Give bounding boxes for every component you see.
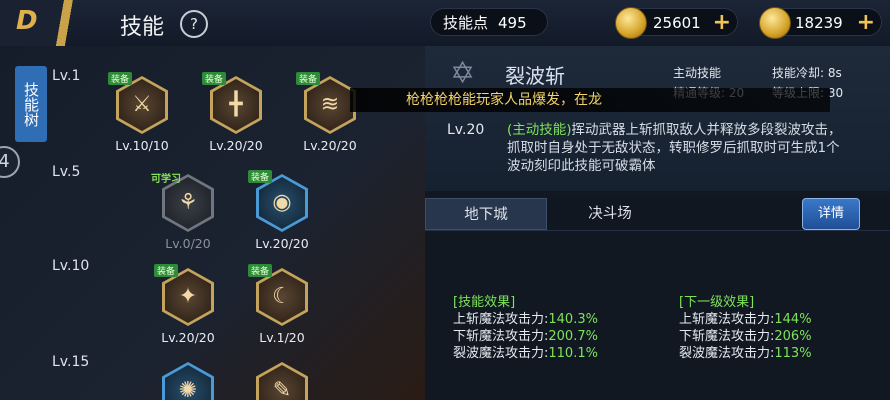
announcement-banner: 枪枪枪枪能玩家人品爆发，在龙 <box>350 88 830 112</box>
effect-row: 裂波魔法攻击力:110.1% <box>453 346 598 361</box>
next-effect-row: 裂波魔法攻击力:113% <box>679 346 812 361</box>
skill-slot-6[interactable]: ✦ 装备 Lv.20/20 <box>148 264 228 345</box>
crescent-skill-icon: ☾ <box>272 284 292 309</box>
skill-slot-5-selected[interactable]: ◉ 装备 Lv.20/20 <box>242 170 322 251</box>
skill-level: Lv.10/10 <box>115 138 169 153</box>
active-skill-tag: (主动技能) <box>507 122 572 138</box>
skill-slot-8[interactable]: ✺ <box>148 362 228 400</box>
add-cash-button[interactable]: + <box>857 9 875 37</box>
page-title: 技能 <box>120 15 165 40</box>
skill-points-value: 495 <box>498 14 527 32</box>
equipped-tag: 装备 <box>248 170 273 183</box>
skill-slot-7[interactable]: ☾ 装备 Lv.1/20 <box>242 264 322 345</box>
skill-slot-1[interactable]: ⚔ 装备 Lv.10/10 <box>102 72 182 153</box>
skill-icon-frame: ✺ <box>162 362 214 400</box>
gold-value: 25601 <box>653 14 701 32</box>
tab-dungeon[interactable]: 地下城 <box>425 198 547 230</box>
next-effect-row: 上斩魔法攻击力:144% <box>679 312 812 327</box>
blade-skill-icon: ⚘ <box>178 190 198 215</box>
skill-name: 裂波斩 <box>505 64 565 88</box>
skill-slot-2[interactable]: ╋ 装备 Lv.20/20 <box>196 72 276 153</box>
effect-row: 下斩魔法攻击力:200.7% <box>453 329 598 344</box>
next-level-effects: [下一级效果] 上斩魔法攻击力:144% 下斩魔法攻击力:206% 裂波魔法攻击… <box>679 294 812 362</box>
back-button[interactable]: D <box>0 0 96 46</box>
level-label-10: Lv.10 <box>52 258 90 274</box>
effect-row: 上斩魔法攻击力:140.3% <box>453 312 598 327</box>
skill-level: Lv.20/20 <box>209 138 263 153</box>
details-button[interactable]: 详情 <box>802 198 860 230</box>
skill-description: (主动技能)挥动武器上斩抓取敌人并释放多段裂波攻击，抓取时自身处于无敌状态，转职… <box>507 121 847 183</box>
skill-type: 主动技能 <box>673 66 722 80</box>
cross-skill-icon: ╋ <box>229 92 243 117</box>
add-gold-button[interactable]: + <box>713 9 731 37</box>
equipped-tag: 装备 <box>108 72 133 85</box>
skill-icon-frame: ✎ <box>256 362 308 400</box>
skill-level: Lv.1/20 <box>259 330 305 345</box>
sword-skill-icon: ✎ <box>272 378 292 400</box>
skill-cooldown: 技能冷却: 8s <box>772 66 842 80</box>
vortex-skill-icon: ✺ <box>178 378 198 400</box>
help-icon[interactable]: ? <box>180 10 208 38</box>
level-label-1: Lv.1 <box>52 68 81 84</box>
tab-skill-tree[interactable]: 技能树 <box>15 66 47 142</box>
current-effects: [技能效果] 上斩魔法攻击力:140.3% 下斩魔法攻击力:200.7% 裂波魔… <box>453 294 598 362</box>
gold-display: 25601 + <box>615 7 738 39</box>
burst-skill-icon: ✦ <box>178 284 198 309</box>
skill-level: Lv.20/20 <box>303 138 357 153</box>
equipped-tag: 装备 <box>154 264 179 277</box>
skill-level: Lv.20/20 <box>255 236 309 251</box>
skill-level: Lv.0/20 <box>165 236 211 251</box>
wave-skill-icon: ≋ <box>320 92 340 117</box>
next-effects-title: [下一级效果] <box>679 295 755 310</box>
wave-slash-skill-icon: ◉ <box>272 190 292 215</box>
cash-display: 18239 + <box>759 7 882 39</box>
skill-level: Lv.20/20 <box>161 330 215 345</box>
slash-skill-icon: ⚔ <box>132 92 152 117</box>
skill-points-label: 技能点 <box>443 14 489 32</box>
page-badge[interactable]: 4 <box>0 146 20 178</box>
equipped-tag: 装备 <box>248 264 273 277</box>
equipped-tag: 装备 <box>296 72 321 85</box>
top-bar: D 技能 ? 技能点 495 25601 + 18239 + <box>0 0 890 47</box>
cash-coin-icon <box>759 7 791 39</box>
cash-value: 18239 <box>795 14 843 32</box>
gold-coin-icon <box>615 7 647 39</box>
back-icon: D <box>16 6 38 36</box>
skill-points-display: 技能点 495 <box>430 8 548 36</box>
star-emblem-icon: ✡ <box>450 56 476 91</box>
next-effect-row: 下斩魔法攻击力:206% <box>679 329 812 344</box>
back-button-inner <box>0 0 86 46</box>
skill-detail-header: ✡ 裂波斩 主动技能 技能冷却: 8s 精通等级: 20 等级上限: 30 Lv… <box>425 46 890 191</box>
equipped-tag: 装备 <box>202 72 227 85</box>
level-label-5: Lv.5 <box>52 164 81 180</box>
skill-slot-9[interactable]: ✎ <box>242 362 322 400</box>
skill-slot-4[interactable]: ⚘ 可学习 Lv.0/20 <box>148 174 228 251</box>
level-label-15: Lv.15 <box>52 354 90 370</box>
tab-arena[interactable]: 决斗场 <box>549 198 671 230</box>
current-skill-level: Lv.20 <box>447 122 485 138</box>
learnable-tag: 可学习 <box>151 174 181 185</box>
effects-title: [技能效果] <box>453 295 516 310</box>
